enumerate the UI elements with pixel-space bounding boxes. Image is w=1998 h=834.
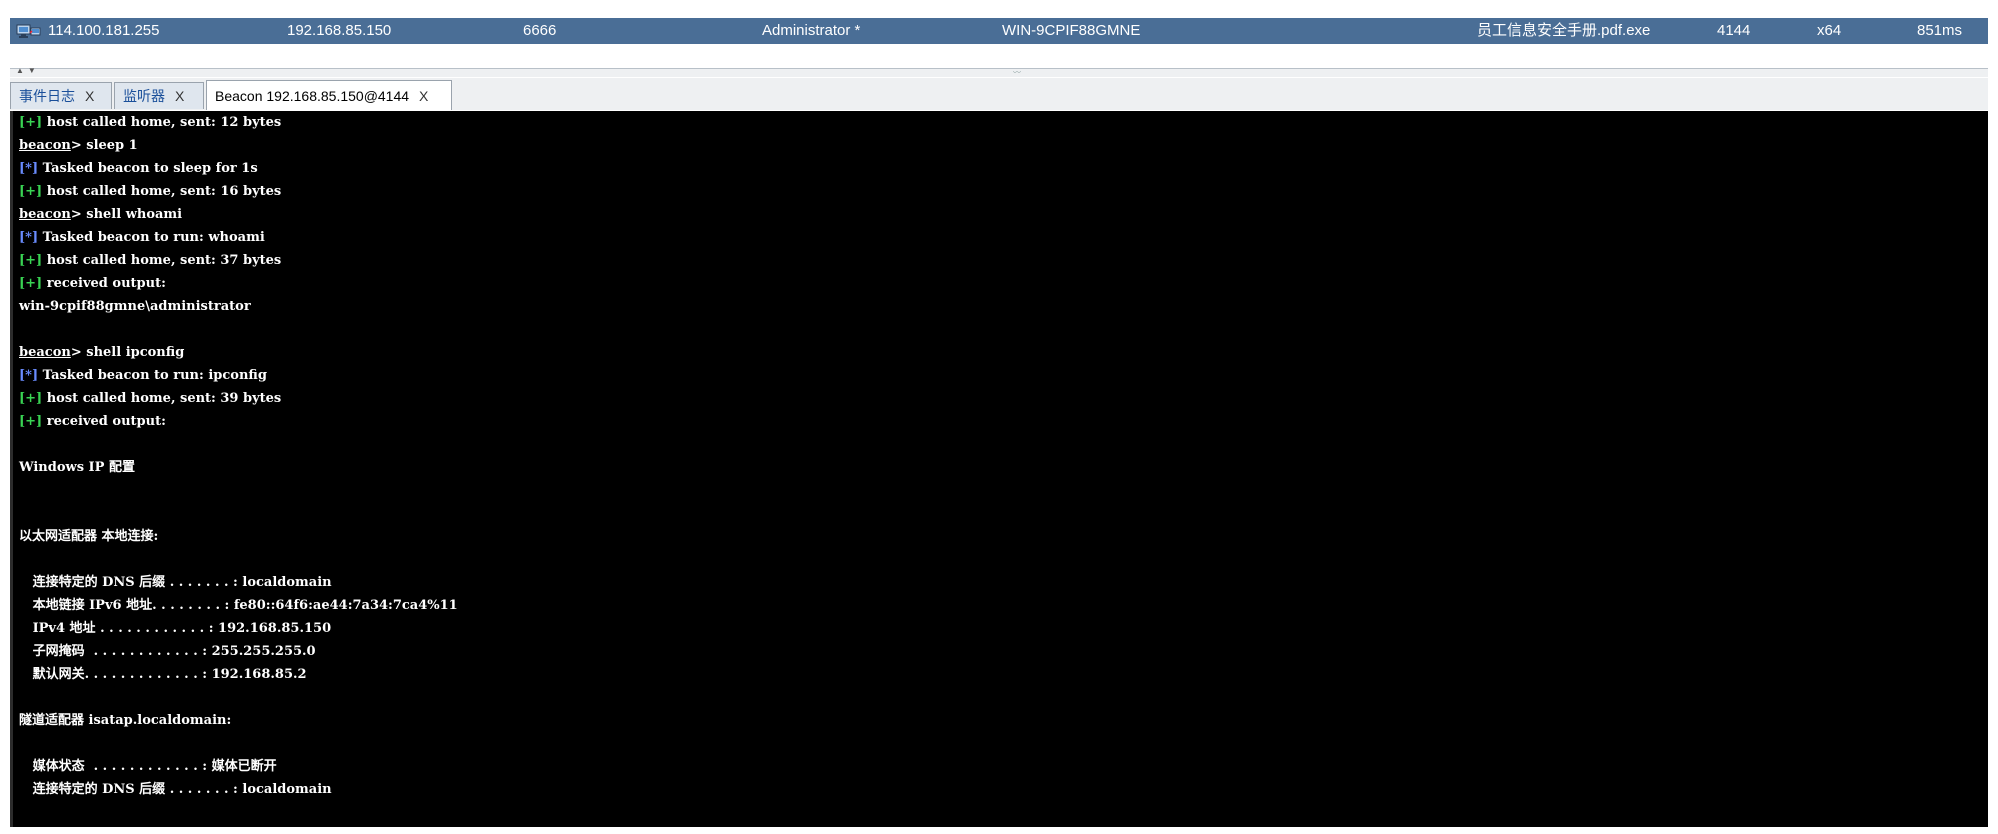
- session-external-ip: 114.100.181.255: [48, 22, 160, 39]
- console-line-text: 子网掩码 . . . . . . . . . . . . : 255.255.2…: [19, 644, 316, 659]
- session-internal-ip: 192.168.85.150: [287, 22, 392, 39]
- console-line-text: 媒体状态 . . . . . . . . . . . . : 媒体已断开: [19, 759, 277, 774]
- console-prompt: beacon: [19, 138, 71, 153]
- console-line: 默认网关. . . . . . . . . . . . . : 192.168.…: [19, 663, 307, 686]
- console-line-text: received output:: [42, 276, 166, 291]
- tab-label: Beacon 192.168.85.150@4144: [215, 88, 410, 104]
- tab-close-icon[interactable]: X: [85, 88, 94, 104]
- session-last: 851ms: [1917, 22, 1963, 39]
- tab-close-icon[interactable]: X: [175, 88, 184, 104]
- console-success-prefix: [+]: [19, 253, 43, 268]
- console-line-text: 连接特定的 DNS 后缀 . . . . . . . : localdomain: [19, 782, 332, 797]
- tab-event-log[interactable]: 事件日志 X: [10, 82, 112, 109]
- console-line: Windows IP 配置: [19, 456, 135, 479]
- console-line-text: received output:: [42, 414, 166, 429]
- console-line-text: host called home, sent: 12 bytes: [42, 115, 282, 130]
- console-line: IPv4 地址 . . . . . . . . . . . . : 192.16…: [19, 617, 332, 640]
- splitter-arrows-icon[interactable]: ▲▼: [16, 66, 40, 75]
- console-line-text: host called home, sent: 37 bytes: [42, 253, 282, 268]
- console-line: [+] received output:: [19, 410, 166, 433]
- console-success-prefix: [+]: [19, 276, 43, 291]
- console-line-text: > shell ipconfig: [70, 345, 185, 360]
- tab-bar: 事件日志 X 监听器 X Beacon 192.168.85.150@4144 X: [10, 78, 1988, 110]
- console-line: 连接特定的 DNS 后缀 . . . . . . . : localdomain: [19, 571, 332, 594]
- console-line: [+] host called home, sent: 12 bytes: [19, 111, 281, 134]
- console-line: beacon> shell whoami: [19, 203, 182, 226]
- console-line-text: Windows IP 配置: [19, 460, 135, 475]
- console-line-text: host called home, sent: 39 bytes: [42, 391, 282, 406]
- console-line: [+] received output:: [19, 272, 166, 295]
- console-line: 隧道适配器 isatap.localdomain:: [19, 709, 231, 732]
- console-line-text: > sleep 1: [70, 138, 138, 153]
- session-row[interactable]: 114.100.181.255 192.168.85.150 6666 Admi…: [10, 18, 1988, 44]
- console-line-text: win-9cpif88gmne\administrator: [19, 299, 251, 314]
- console-line: [+] host called home, sent: 39 bytes: [19, 387, 281, 410]
- host-computer-icon: [16, 23, 42, 39]
- console-line: 连接特定的 DNS 后缀 . . . . . . . : localdomain: [19, 778, 332, 801]
- console-line-text: Tasked beacon to run: whoami: [38, 230, 265, 245]
- console-line-text: Tasked beacon to run: ipconfig: [38, 368, 267, 383]
- session-listener: 6666: [523, 22, 557, 39]
- console-line: 以太网适配器 本地连接:: [19, 525, 158, 548]
- console-prompt: beacon: [19, 207, 71, 222]
- console-line-text: 本地链接 IPv6 地址. . . . . . . . : fe80::64f6…: [19, 598, 458, 613]
- console-line-text: 以太网适配器 本地连接:: [19, 529, 159, 544]
- console-line-text: host called home, sent: 16 bytes: [42, 184, 282, 199]
- session-pid: 4144: [1717, 22, 1751, 39]
- console-line: 媒体状态 . . . . . . . . . . . . : 媒体已断开: [19, 755, 277, 778]
- tab-listeners[interactable]: 监听器 X: [114, 82, 204, 109]
- tab-close-icon[interactable]: X: [419, 88, 428, 104]
- console-line: [*] Tasked beacon to run: whoami: [19, 226, 265, 249]
- console-success-prefix: [+]: [19, 115, 43, 130]
- console-line-text: > shell whoami: [70, 207, 183, 222]
- session-computer: WIN-9CPIF88GMNE: [1002, 22, 1141, 39]
- console-task-prefix: [*]: [19, 230, 39, 245]
- session-table-empty-area: [10, 44, 1988, 69]
- console-line: win-9cpif88gmne\administrator: [19, 295, 251, 318]
- console-line: beacon> shell ipconfig: [19, 341, 184, 364]
- console-success-prefix: [+]: [19, 414, 43, 429]
- console-line-text: Tasked beacon to sleep for 1s: [38, 161, 258, 176]
- tab-label: 事件日志: [19, 88, 75, 104]
- console-prompt: beacon: [19, 345, 71, 360]
- splitter-grip-icon[interactable]: 〰: [1013, 67, 1021, 78]
- console-line-text: 隧道适配器 isatap.localdomain:: [19, 713, 232, 728]
- console-success-prefix: [+]: [19, 391, 43, 406]
- console-line-text: IPv4 地址 . . . . . . . . . . . . : 192.16…: [19, 621, 332, 636]
- console-line: [*] Tasked beacon to run: ipconfig: [19, 364, 267, 387]
- session-user: Administrator *: [762, 22, 861, 39]
- console-line: 子网掩码 . . . . . . . . . . . . : 255.255.2…: [19, 640, 316, 663]
- console-success-prefix: [+]: [19, 184, 43, 199]
- beacon-console-output[interactable]: [+] host called home, sent: 12 bytes beac…: [13, 111, 1988, 827]
- tab-beacon[interactable]: Beacon 192.168.85.150@4144 X: [206, 80, 452, 110]
- console-line: beacon> sleep 1: [19, 134, 138, 157]
- tab-label: 监听器: [123, 88, 165, 104]
- console-task-prefix: [*]: [19, 161, 39, 176]
- console-line: [+] host called home, sent: 37 bytes: [19, 249, 281, 272]
- console-line-text: 默认网关. . . . . . . . . . . . . : 192.168.…: [19, 667, 307, 682]
- pane-splitter[interactable]: ▲▼ 〰: [10, 66, 1988, 78]
- session-arch: x64: [1817, 22, 1842, 39]
- console-line: 本地链接 IPv6 地址. . . . . . . . : fe80::64f6…: [19, 594, 458, 617]
- session-process: 员工信息安全手册.pdf.exe: [1477, 22, 1651, 39]
- console-line: [+] host called home, sent: 16 bytes: [19, 180, 281, 203]
- console-task-prefix: [*]: [19, 368, 39, 383]
- console-line-text: 连接特定的 DNS 后缀 . . . . . . . : localdomain: [19, 575, 332, 590]
- console-line: [*] Tasked beacon to sleep for 1s: [19, 157, 258, 180]
